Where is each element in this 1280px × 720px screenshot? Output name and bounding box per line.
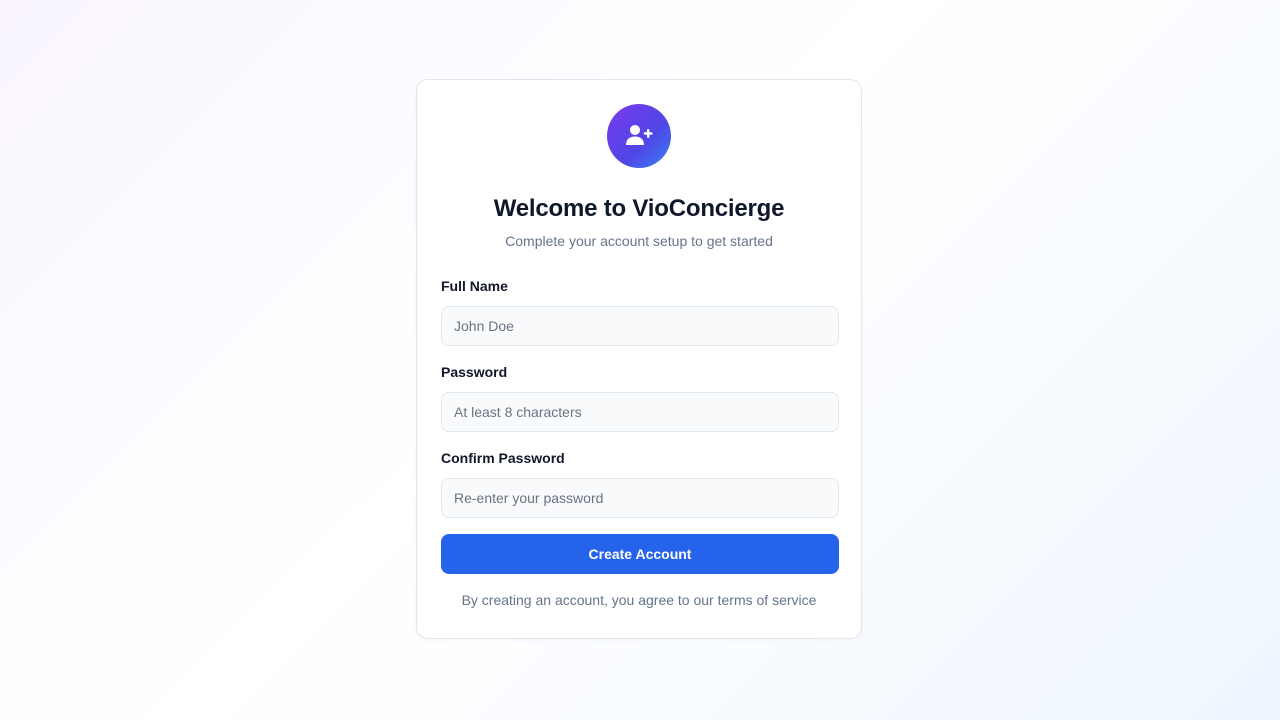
user-plus-icon <box>623 120 655 152</box>
full-name-input[interactable] <box>441 306 839 346</box>
password-label: Password <box>441 364 508 380</box>
confirm-password-field: Confirm Password <box>441 448 839 518</box>
confirm-password-input[interactable] <box>441 478 839 518</box>
signup-form: Full Name Password Confirm Password Crea… <box>441 276 839 574</box>
create-account-button[interactable]: Create Account <box>441 534 839 574</box>
terms-text: By creating an account, you agree to our… <box>461 592 817 608</box>
full-name-label: Full Name <box>441 278 508 294</box>
full-name-field: Full Name <box>441 276 839 346</box>
page-subtitle: Complete your account setup to get start… <box>505 233 773 249</box>
signup-card: Welcome to VioConcierge Complete your ac… <box>416 79 862 639</box>
confirm-password-label: Confirm Password <box>441 450 565 466</box>
password-field: Password <box>441 362 839 432</box>
password-input[interactable] <box>441 392 839 432</box>
avatar <box>607 104 671 168</box>
page-title: Welcome to VioConcierge <box>493 195 785 222</box>
